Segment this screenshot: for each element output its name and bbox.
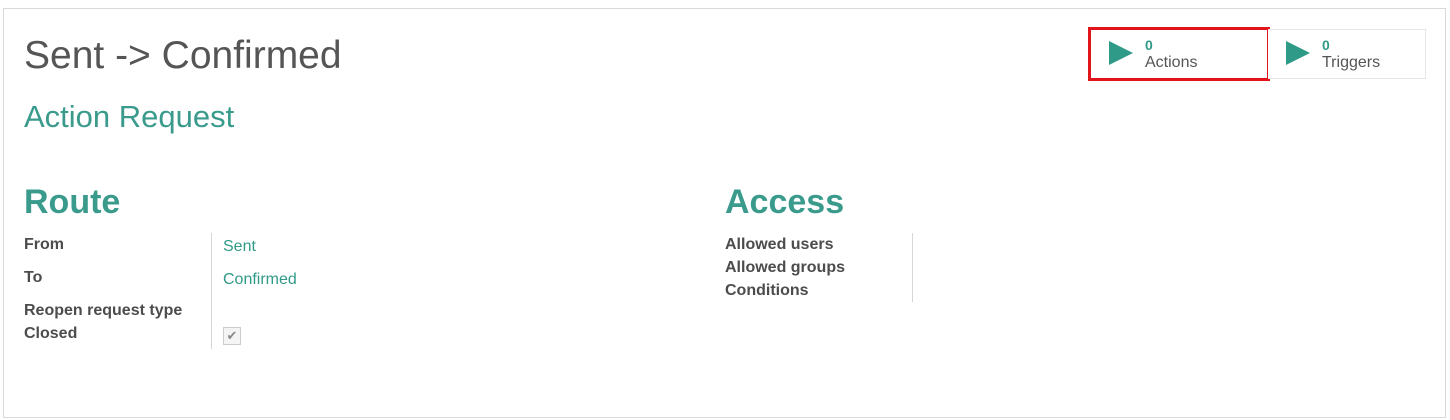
actions-count: 0: [1145, 37, 1153, 53]
from-label: From: [24, 236, 64, 253]
request-type-link[interactable]: Action Request: [24, 99, 234, 135]
allowed-users-label: Allowed users: [725, 236, 834, 253]
triggers-smart-button[interactable]: 0 Triggers: [1268, 29, 1426, 79]
to-label: To: [24, 269, 43, 286]
access-divider: [912, 233, 913, 302]
route-divider: [211, 233, 212, 349]
to-stage-link[interactable]: Confirmed: [223, 268, 297, 291]
play-icon: [1109, 41, 1133, 65]
access-heading: Access: [725, 183, 845, 221]
actions-smart-button[interactable]: 0 Actions: [1088, 27, 1270, 81]
triggers-button-text: 0 Triggers: [1322, 30, 1380, 73]
from-stage-link[interactable]: Sent: [223, 235, 256, 258]
closed-label: Closed: [24, 325, 78, 342]
reopen-label: Reopen request type: [24, 302, 183, 319]
actions-button-text: 0 Actions: [1145, 30, 1197, 73]
allowed-groups-label: Allowed groups: [725, 259, 845, 276]
page-title: Sent -> Confirmed: [24, 34, 342, 77]
closed-checkbox[interactable]: ✔: [223, 327, 241, 345]
form-sheet: Sent -> Confirmed Action Request 0 Actio…: [3, 8, 1446, 418]
triggers-count: 0: [1322, 37, 1330, 53]
play-icon: [1286, 41, 1310, 65]
route-heading: Route: [24, 183, 121, 221]
actions-label: Actions: [1145, 54, 1198, 71]
conditions-label: Conditions: [725, 282, 809, 299]
triggers-label: Triggers: [1322, 54, 1381, 71]
smart-button-box: 0 Actions 0 Triggers: [1088, 27, 1426, 81]
